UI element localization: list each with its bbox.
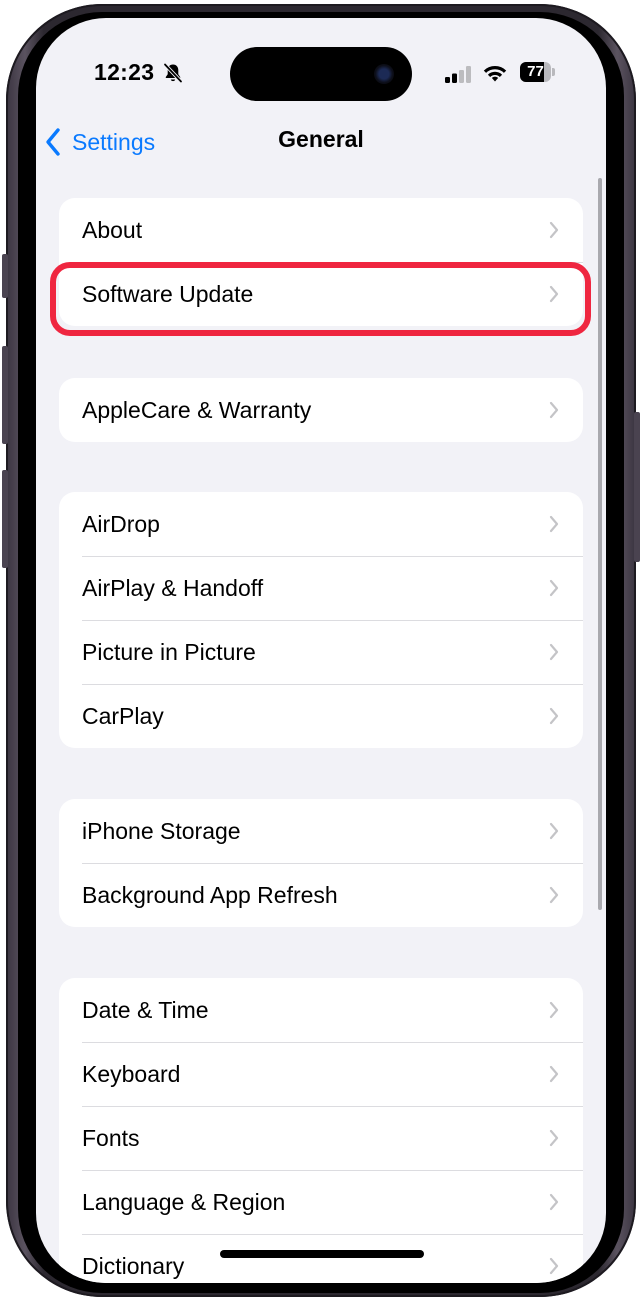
settings-row-iphone-storage[interactable]: iPhone Storage xyxy=(59,799,583,863)
chevron-right-icon xyxy=(549,707,559,725)
status-time: 12:23 xyxy=(94,59,155,85)
settings-group: About Software Update xyxy=(59,198,583,326)
chevron-right-icon xyxy=(549,401,559,419)
settings-row-airdrop[interactable]: AirDrop xyxy=(59,492,583,556)
settings-row-label: CarPlay xyxy=(82,702,164,729)
settings-row-applecare-and-warranty[interactable]: AppleCare & Warranty xyxy=(59,378,583,442)
chevron-right-icon xyxy=(549,579,559,597)
wifi-icon xyxy=(483,65,507,82)
chevron-right-icon xyxy=(549,1129,559,1147)
settings-row-carplay[interactable]: CarPlay xyxy=(59,684,583,748)
chevron-right-icon xyxy=(549,1001,559,1019)
settings-group: AppleCare & Warranty xyxy=(59,378,583,442)
signal-bar xyxy=(452,73,457,83)
volume-down-button xyxy=(2,470,8,568)
settings-row-airplay-and-handoff[interactable]: AirPlay & Handoff xyxy=(59,556,583,620)
chevron-right-icon xyxy=(549,285,559,303)
chevron-right-icon xyxy=(549,1065,559,1083)
battery-percentage: 77 xyxy=(527,63,544,80)
settings-row-label: AirPlay & Handoff xyxy=(82,574,264,601)
settings-row-label: Picture in Picture xyxy=(82,638,256,665)
chevron-right-icon xyxy=(549,643,559,661)
battery-nub xyxy=(552,68,555,76)
bell-slash-icon xyxy=(163,63,183,83)
settings-row-label: Date & Time xyxy=(82,996,209,1023)
home-indicator[interactable] xyxy=(220,1250,424,1258)
settings-row-language-and-region[interactable]: Language & Region xyxy=(59,1170,583,1234)
camera-icon xyxy=(374,64,394,84)
settings-row-about[interactable]: About xyxy=(59,198,583,262)
settings-row-label: Fonts xyxy=(82,1124,140,1151)
chevron-right-icon xyxy=(549,886,559,904)
settings-group: iPhone Storage Background App Refresh xyxy=(59,799,583,927)
settings-row-label: About xyxy=(82,216,143,243)
screen: 12:23 77 Settings General About Software … xyxy=(36,18,606,1283)
settings-row-picture-in-picture[interactable]: Picture in Picture xyxy=(59,620,583,684)
side-button xyxy=(634,412,640,562)
settings-row-date-and-time[interactable]: Date & Time xyxy=(59,978,583,1042)
signal-bar xyxy=(466,66,471,83)
settings-row-label: AppleCare & Warranty xyxy=(82,396,312,423)
settings-row-background-app-refresh[interactable]: Background App Refresh xyxy=(59,863,583,927)
settings-row-keyboard[interactable]: Keyboard xyxy=(59,1042,583,1106)
signal-bar xyxy=(445,77,450,83)
page-title: General xyxy=(278,126,364,152)
action-button xyxy=(2,254,8,298)
settings-row-dictionary[interactable]: Dictionary xyxy=(59,1234,583,1283)
chevron-right-icon xyxy=(549,1193,559,1211)
settings-row-label: Dictionary xyxy=(82,1252,185,1279)
battery-indicator: 77 xyxy=(520,62,556,84)
settings-group: Date & Time Keyboard Fonts Language & Regio… xyxy=(59,978,583,1283)
volume-up-button xyxy=(2,346,8,444)
settings-group: AirDrop AirPlay & Handoff Picture in Pictu… xyxy=(59,492,583,748)
signal-bar xyxy=(459,70,464,83)
settings-row-fonts[interactable]: Fonts xyxy=(59,1106,583,1170)
settings-row-label: Software Update xyxy=(82,280,254,307)
settings-row-label: iPhone Storage xyxy=(82,817,241,844)
chevron-right-icon xyxy=(549,822,559,840)
settings-row-label: Language & Region xyxy=(82,1188,286,1215)
scrollbar[interactable] xyxy=(598,178,602,910)
settings-row-software-update[interactable]: Software Update xyxy=(59,262,583,326)
settings-row-label: Keyboard xyxy=(82,1060,181,1087)
settings-row-label: AirDrop xyxy=(82,510,160,537)
dynamic-island xyxy=(230,47,412,101)
chevron-right-icon xyxy=(549,515,559,533)
settings-row-label: Background App Refresh xyxy=(82,881,338,908)
chevron-right-icon xyxy=(549,221,559,239)
battery-body: 77 xyxy=(520,62,551,82)
cellular-signal-icon xyxy=(445,66,471,83)
chevron-right-icon xyxy=(549,1257,559,1275)
